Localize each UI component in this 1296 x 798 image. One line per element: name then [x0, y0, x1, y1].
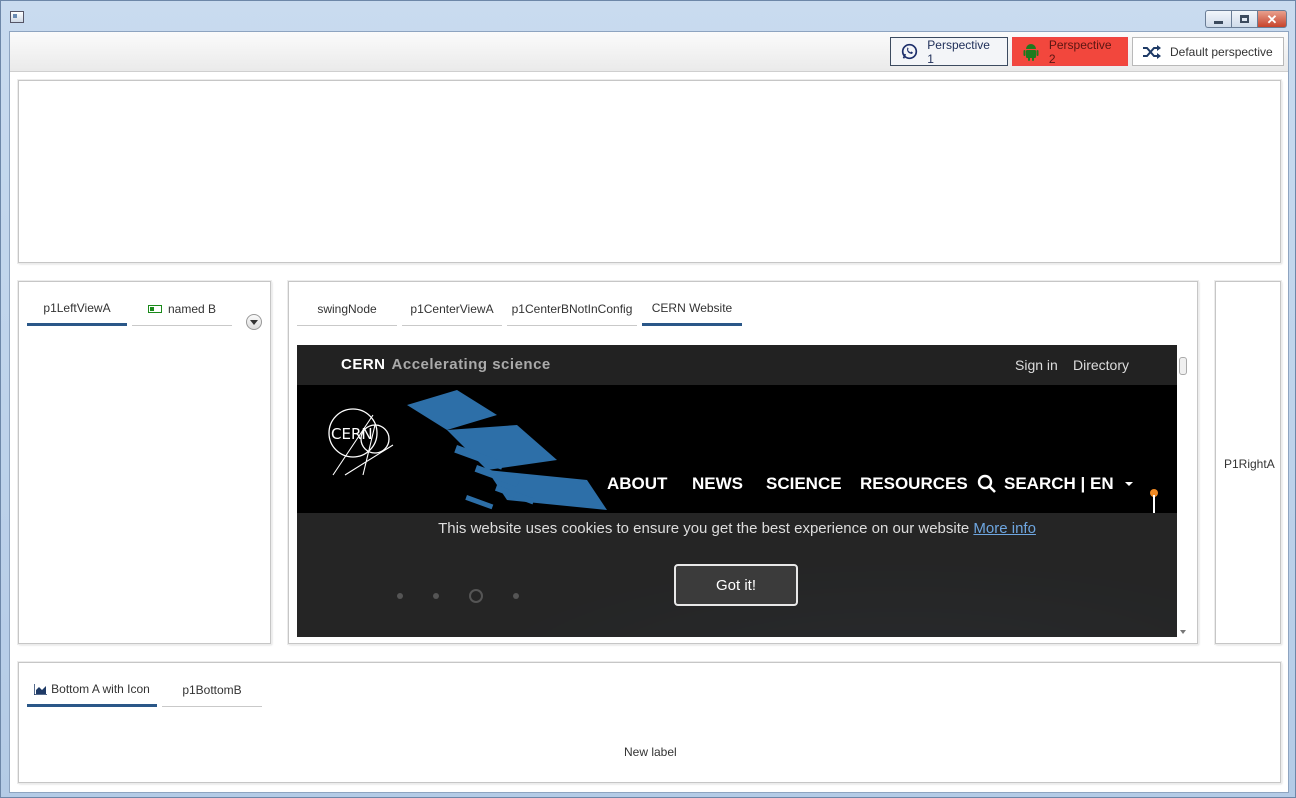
cern-brand-name: CERN — [341, 356, 386, 373]
tab-cern-website[interactable]: CERN Website — [642, 292, 742, 326]
right-panel-label: P1RightA — [1224, 457, 1275, 471]
carousel-dot[interactable] — [433, 593, 439, 599]
cookie-message-text: This website uses cookies to ensure you … — [438, 520, 970, 537]
perspective-2-button[interactable]: Perspective 2 — [1012, 37, 1128, 66]
battery-icon — [147, 304, 162, 313]
tab-label: p1CenterBNotInConfig — [511, 301, 633, 316]
android-icon — [1023, 43, 1040, 61]
maximize-icon — [1240, 15, 1249, 23]
tab-swing-node[interactable]: swingNode — [297, 292, 397, 326]
cern-webview[interactable]: CERN Accelerating science Sign in Directo… — [297, 345, 1177, 637]
cookie-message: This website uses cookies to ensure you … — [297, 520, 1177, 537]
scroll-down-icon[interactable] — [1180, 630, 1186, 634]
nav-science[interactable]: SCIENCE — [766, 474, 842, 494]
cookie-banner: This website uses cookies to ensure you … — [297, 513, 1177, 637]
minimize-icon — [1214, 20, 1223, 24]
left-tabbar: p1LeftViewA named B — [27, 292, 237, 326]
bottom-content-label: New label — [624, 745, 677, 759]
close-button[interactable]: ✕ — [1257, 10, 1287, 28]
tab-label: Bottom A with Icon — [51, 682, 150, 696]
search-icon — [977, 474, 996, 493]
top-panel — [18, 80, 1281, 263]
tab-label: CERN Website — [651, 301, 733, 315]
perspective-2-label: Perspective 2 — [1048, 37, 1112, 66]
carousel-dot[interactable] — [397, 593, 403, 599]
tab-label: swingNode — [317, 301, 377, 316]
maximize-button[interactable] — [1231, 10, 1257, 28]
perspective-toolbar: Perspective 1 Perspective 2 Default pers… — [10, 32, 1288, 72]
tab-overflow-dropdown[interactable] — [246, 314, 262, 330]
default-perspective-label: Default perspective — [1170, 44, 1273, 59]
tab-label: p1LeftViewA — [43, 301, 111, 315]
right-panel: P1RightA — [1215, 281, 1281, 644]
cern-logo-text: CERN — [331, 425, 373, 443]
nav-news[interactable]: NEWS — [692, 474, 743, 494]
chevron-down-icon — [250, 319, 258, 325]
carousel-dot[interactable] — [469, 589, 483, 603]
app-window: ✕ Perspective 1 Perspective 2 Default pe… — [0, 0, 1296, 798]
default-perspective-button[interactable]: Default perspective — [1132, 37, 1284, 66]
directory-link[interactable]: Directory — [1073, 357, 1129, 373]
tab-label: named B — [167, 301, 217, 316]
more-info-link[interactable]: More info — [973, 520, 1036, 537]
tab-p1-center-b-not-in-config[interactable]: p1CenterBNotInConfig — [507, 292, 637, 326]
client-area: Perspective 1 Perspective 2 Default pers… — [9, 31, 1289, 793]
sign-in-link[interactable]: Sign in — [1015, 357, 1058, 373]
nav-about[interactable]: ABOUT — [607, 474, 667, 494]
carousel-dot[interactable] — [513, 593, 519, 599]
cern-top-bar: CERN Accelerating science Sign in Directo… — [297, 345, 1177, 385]
title-bar[interactable]: ✕ — [1, 1, 1295, 31]
caret-down-icon — [1124, 482, 1133, 486]
minimize-button[interactable] — [1205, 10, 1231, 28]
cern-slogan: Accelerating science — [391, 356, 551, 373]
tab-label: p1BottomB — [182, 682, 242, 697]
tab-label: p1CenterViewA — [410, 301, 494, 316]
tab-p1-left-view-a[interactable]: p1LeftViewA — [27, 292, 127, 326]
scrollbar-thumb[interactable] — [1179, 357, 1187, 375]
bottom-tabbar: Bottom A with Icon p1BottomB — [27, 673, 267, 707]
cern-logo[interactable]: CERN — [323, 405, 403, 485]
tab-p1-bottom-b[interactable]: p1BottomB — [162, 673, 262, 707]
search-label: SEARCH | — [1004, 474, 1086, 493]
shuffle-icon — [1143, 43, 1161, 61]
perspective-1-button[interactable]: Perspective 1 — [890, 37, 1008, 66]
nav-search[interactable]: SEARCH | — [977, 474, 1085, 494]
nav-resources[interactable]: RESOURCES — [860, 474, 968, 494]
whatsapp-icon — [901, 43, 918, 61]
window-controls: ✕ — [1205, 10, 1287, 28]
bottom-panel: Bottom A with Icon p1BottomB New label — [18, 662, 1281, 783]
center-tabbar: swingNode p1CenterViewA p1CenterBNotInCo… — [297, 292, 747, 326]
perspective-1-label: Perspective 1 — [927, 37, 990, 66]
area-chart-icon — [34, 683, 48, 695]
tab-bottom-a-with-icon[interactable]: Bottom A with Icon — [27, 673, 157, 707]
webview-scrollbar[interactable] — [1178, 345, 1188, 637]
language-label: EN — [1090, 474, 1114, 493]
close-icon: ✕ — [1266, 11, 1278, 27]
language-selector[interactable]: EN — [1090, 474, 1133, 494]
tab-named-b[interactable]: named B — [132, 292, 232, 326]
cern-brand[interactable]: CERN Accelerating science — [341, 356, 551, 373]
carousel-dots — [397, 589, 519, 603]
left-panel: p1LeftViewA named B — [18, 281, 271, 644]
app-icon — [10, 11, 24, 23]
got-it-button[interactable]: Got it! — [674, 564, 798, 606]
center-panel: swingNode p1CenterViewA p1CenterBNotInCo… — [288, 281, 1198, 644]
tab-p1-center-view-a[interactable]: p1CenterViewA — [402, 292, 502, 326]
